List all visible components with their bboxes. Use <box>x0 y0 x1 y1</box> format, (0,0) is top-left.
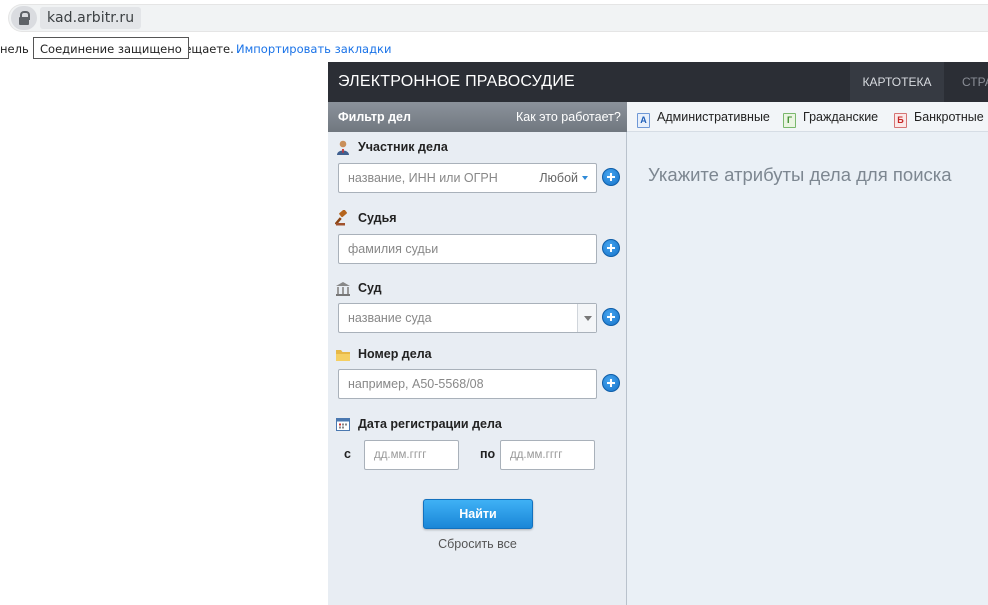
court-placeholder: название суда <box>348 311 432 325</box>
date-to-input[interactable]: дд.мм.гггг <box>500 440 595 470</box>
court-label: Суд <box>358 281 382 295</box>
tab-civil-label: Гражданские <box>803 110 879 124</box>
courthouse-icon <box>336 282 350 296</box>
tab-administrative-label: Административные <box>657 110 770 124</box>
tab-civil[interactable]: Г Гражданские <box>783 102 878 132</box>
filter-title: Фильтр дел <box>338 110 411 124</box>
url-text[interactable]: kad.arbitr.ru <box>40 7 142 29</box>
case-number-input[interactable]: например, А50-5568/08 <box>338 369 597 399</box>
participant-type-value: Любой <box>539 171 578 185</box>
import-bookmarks-link[interactable]: Импортировать закладки <box>236 38 391 60</box>
judge-label: Судья <box>358 211 397 225</box>
connection-secure-tooltip: Соединение защищено <box>33 37 189 59</box>
results-panel: Укажите атрибуты дела для поиска <box>627 132 988 605</box>
app-header: ЭЛЕКТРОННОЕ ПРАВОСУДИЕ КАРТОТЕКА СТРА <box>328 62 988 102</box>
date-from-input[interactable]: дд.мм.гггг <box>364 440 459 470</box>
judge-placeholder: фамилия судьи <box>348 242 439 256</box>
how-it-works-link[interactable]: Как это работает? <box>516 102 621 132</box>
filter-panel: Участник дела название, ИНН или ОГРН Люб… <box>328 132 627 605</box>
participant-type-select[interactable]: Любой <box>539 164 588 192</box>
civil-badge-icon: Г <box>783 113 796 128</box>
tab-administrative[interactable]: А Административные <box>637 102 770 132</box>
tab-next-cut-off[interactable]: СТРА <box>962 62 988 102</box>
participant-input[interactable]: название, ИНН или ОГРН Любой <box>338 163 597 193</box>
add-case-number-button[interactable] <box>602 374 620 392</box>
person-icon <box>337 140 349 155</box>
bankruptcy-badge-icon: Б <box>894 113 907 128</box>
reset-all-link[interactable]: Сбросить все <box>328 537 627 551</box>
case-number-placeholder: например, А50-5568/08 <box>348 377 484 391</box>
kad-app: ЭЛЕКТРОННОЕ ПРАВОСУДИЕ КАРТОТЕКА СТРА Фи… <box>328 62 988 605</box>
administrative-badge-icon: А <box>637 113 650 128</box>
date-from-label: с <box>344 447 351 461</box>
date-to-placeholder: дд.мм.гггг <box>510 449 563 461</box>
add-participant-button[interactable] <box>602 168 620 186</box>
site-info-button[interactable] <box>11 6 37 30</box>
court-combobox[interactable]: название суда <box>338 303 597 333</box>
case-number-label: Номер дела <box>358 347 432 361</box>
search-button[interactable]: Найти <box>423 499 533 529</box>
judge-input[interactable]: фамилия судьи <box>338 234 597 264</box>
registration-date-label: Дата регистрации дела <box>358 417 502 431</box>
add-court-button[interactable] <box>602 308 620 326</box>
folder-icon <box>336 350 350 361</box>
court-dropdown-button[interactable] <box>577 304 596 332</box>
case-type-tabs: А Административные Г Гражданские Б Банкротн… <box>627 102 988 132</box>
omnibox[interactable] <box>8 4 988 32</box>
tab-bankruptcy[interactable]: Б Банкротные <box>894 102 984 132</box>
date-from-placeholder: дд.мм.гггг <box>374 449 427 461</box>
search-hint: Укажите атрибуты дела для поиска <box>648 164 952 185</box>
add-judge-button[interactable] <box>602 239 620 257</box>
chevron-down-icon <box>582 176 588 180</box>
lock-icon-body <box>19 17 29 25</box>
date-to-label: по <box>480 447 496 461</box>
browser-address-bar: kad.arbitr.ru <box>0 0 988 36</box>
participant-placeholder: название, ИНН или ОГРН <box>348 171 498 185</box>
calendar-icon <box>336 418 350 431</box>
gavel-icon <box>335 210 347 226</box>
app-title[interactable]: ЭЛЕКТРОННОЕ ПРАВОСУДИЕ <box>338 62 575 102</box>
tab-bankruptcy-label: Банкротные <box>914 110 984 124</box>
tab-kartoteka[interactable]: КАРТОТЕКА <box>850 62 944 102</box>
participant-label: Участник дела <box>358 140 448 154</box>
